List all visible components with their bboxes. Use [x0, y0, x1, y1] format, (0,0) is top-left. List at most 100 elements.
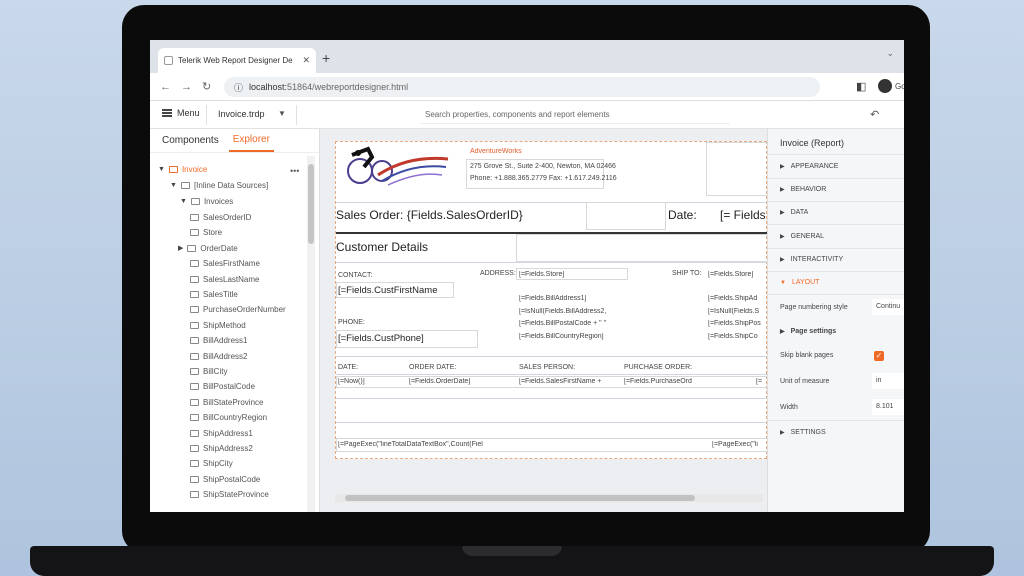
avatar[interactable] — [878, 79, 892, 93]
header-right-box[interactable] — [706, 142, 768, 196]
undo-icon[interactable]: ↶ — [870, 108, 879, 121]
forward-arrow-icon[interactable]: → — [181, 81, 192, 93]
tree-item-field[interactable]: BillAddress2 — [190, 352, 247, 361]
unit-label: Unit of measure — [780, 378, 830, 385]
section-general[interactable]: ▶ GENERAL — [780, 233, 824, 240]
more-options-icon[interactable]: ••• — [290, 166, 299, 176]
tree-item-field[interactable]: PurchaseOrderNumber — [190, 305, 286, 314]
sidebar-toggle-icon[interactable]: ◧ — [856, 80, 866, 93]
url-input[interactable]: ⓘ localhost:51864/webreportdesigner.html — [224, 77, 820, 97]
tree-label: BillAddress1 — [203, 336, 248, 346]
section-behavior[interactable]: ▶ BEHAVIOR — [780, 186, 826, 193]
expand-arrow-icon[interactable]: ▼ — [170, 182, 177, 189]
field-icon — [190, 291, 199, 298]
tree-item-field[interactable]: SalesOrderID — [190, 213, 251, 222]
sales-order-title: Sales Order: {Fields.SalesOrderID} — [336, 208, 523, 222]
back-arrow-icon[interactable]: ← — [160, 81, 171, 93]
file-name[interactable]: Invoice.trdp — [218, 109, 265, 119]
tree-item-field[interactable]: BillPostalCode — [190, 382, 255, 391]
contact-label: CONTACT: — [338, 272, 373, 279]
tree-item-invoice[interactable]: ▼ Invoice — [158, 165, 207, 174]
page-settings-toggle[interactable]: ▶ Page settings — [780, 328, 836, 335]
tree-item-field[interactable]: BillStateProvince — [190, 398, 263, 407]
field-icon — [190, 398, 199, 406]
section-interactivity[interactable]: ▶ INTERACTIVITY — [780, 256, 843, 263]
scrollbar-thumb[interactable] — [345, 495, 695, 501]
search-input[interactable]: Search properties, components and report… — [420, 106, 730, 124]
menu-button[interactable]: Menu — [162, 108, 200, 118]
expand-arrow-icon[interactable]: ▼ — [158, 166, 165, 173]
tree-label: BillCountryRegion — [203, 413, 268, 423]
section-layout[interactable]: ▼ LAYOUT — [780, 279, 819, 286]
field-icon — [190, 337, 199, 345]
section-settings[interactable]: ▶ SETTINGS — [780, 429, 826, 436]
company-address: 275 Grove St., Suite 2-400, Newton, MA 0… — [470, 163, 616, 170]
unit-select[interactable]: in — [872, 373, 904, 389]
section-data[interactable]: ▶ DATA — [780, 209, 808, 216]
tree-label: SalesOrderID — [203, 213, 252, 222]
horizontal-scrollbar[interactable] — [335, 494, 763, 502]
col-sales-person: SALES PERSON: — [519, 364, 576, 371]
url-host: localhost: — [249, 82, 288, 92]
expand-arrow-icon[interactable]: ▼ — [180, 198, 187, 205]
tab-components[interactable]: Components — [162, 135, 219, 146]
col-purchase-order: PURCHASE ORDER: — [624, 364, 693, 371]
caret-down-icon: ▼ — [780, 279, 786, 286]
close-tab-icon[interactable]: ✕ — [302, 55, 310, 66]
skip-blank-checkbox[interactable]: ✓ — [874, 351, 884, 361]
width-input[interactable]: 8.101 — [872, 399, 904, 415]
menu-label: Menu — [177, 108, 200, 118]
tree-item-field[interactable]: SalesTitle — [190, 290, 238, 299]
browser-tab[interactable]: Telerik Web Report Designer De ✕ — [158, 48, 316, 73]
toolbar-divider — [206, 105, 207, 125]
chevron-down-icon[interactable]: ⌄ — [886, 48, 894, 59]
field-icon — [187, 244, 197, 252]
tree-item-field[interactable]: BillCountryRegion — [190, 413, 267, 422]
reload-icon[interactable]: ↻ — [202, 80, 211, 93]
left-panel: Components Explorer ▼ Invoice ••• ▼ [Inl… — [150, 129, 320, 512]
tree-item-field[interactable]: SalesFirstName — [190, 259, 260, 268]
field-box[interactable] — [516, 234, 768, 262]
divider — [768, 248, 904, 249]
tree-label: Store — [203, 228, 223, 238]
tree-label: ShipPostalCode — [203, 474, 261, 484]
divider — [336, 262, 768, 263]
tree-item-field[interactable]: SalesLastName — [190, 275, 259, 284]
tree-item-field[interactable]: Store — [190, 228, 222, 237]
tree-item-datasources[interactable]: ▼ [Inline Data Sources] — [170, 181, 268, 190]
app-toolbar: Menu Invoice.trdp ▼ Search properties, c… — [150, 101, 904, 129]
section-label: INTERACTIVITY — [790, 256, 844, 263]
ship-postal-field: [=Fields.ShipPos — [708, 320, 761, 327]
dropdown-arrow-icon[interactable]: ▼ — [278, 109, 286, 118]
tree-item-field[interactable]: BillCity — [190, 367, 227, 376]
tree-item-field[interactable]: ▶ OrderDate — [178, 244, 238, 253]
tree-item-field[interactable]: ShipAddress2 — [190, 444, 253, 453]
laptop-screen: Telerik Web Report Designer De ✕ + ⌄ ← →… — [150, 40, 904, 512]
section-appearance[interactable]: ▶ APPEARANCE — [780, 163, 838, 170]
tree-item-invoices[interactable]: ▼ Invoices — [180, 197, 233, 206]
report-page[interactable]: AdventureWorks 275 Grove St., Suite 2-40… — [335, 141, 768, 459]
val-extra: [= — [756, 378, 763, 385]
tab-explorer[interactable]: Explorer — [228, 129, 274, 152]
field-icon — [190, 429, 199, 437]
tree-item-field[interactable]: ShipCity — [190, 459, 233, 468]
tree-item-field[interactable]: BillAddress1 — [190, 336, 247, 345]
scrollbar-thumb[interactable] — [308, 164, 314, 244]
expand-arrow-icon[interactable]: ▶ — [178, 244, 183, 252]
tree-item-field[interactable]: ShipMethod — [190, 321, 246, 330]
browser-tab-bar: Telerik Web Report Designer De ✕ + ⌄ — [150, 40, 904, 73]
divider — [336, 202, 768, 203]
new-tab-button[interactable]: + — [322, 50, 330, 66]
info-icon[interactable]: ⓘ — [234, 81, 243, 94]
caret-right-icon: ▶ — [780, 257, 785, 263]
tree-item-field[interactable]: ShipPostalCode — [190, 475, 260, 484]
tree-item-field[interactable]: ShipStateProvince — [190, 490, 269, 499]
vertical-scrollbar[interactable] — [307, 156, 315, 512]
field-box[interactable] — [586, 202, 666, 230]
tree-label: BillAddress2 — [203, 351, 248, 361]
database-icon — [180, 182, 190, 189]
tree-item-field[interactable]: ShipAddress1 — [190, 429, 253, 438]
hamburger-icon — [162, 109, 172, 117]
page-numbering-select[interactable]: Continu — [872, 299, 904, 315]
tree-label: Invoices — [203, 197, 234, 206]
